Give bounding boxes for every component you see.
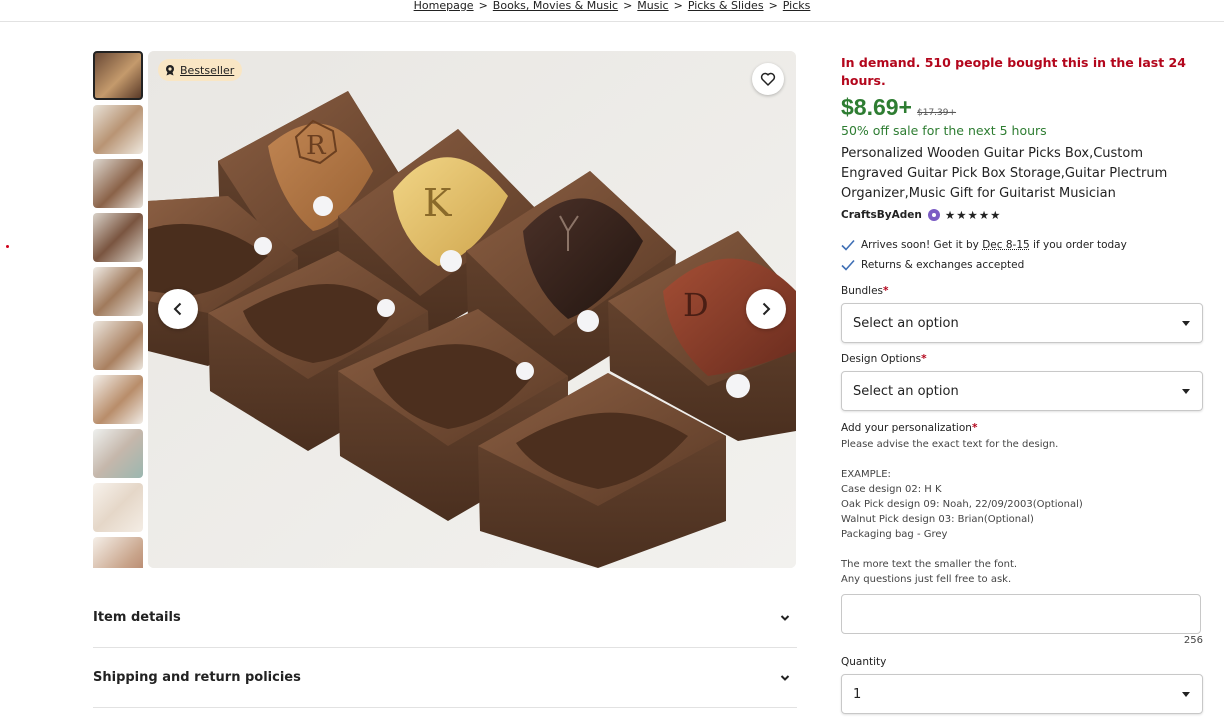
chevron-down-icon	[780, 674, 790, 681]
heart-icon	[760, 72, 776, 86]
previous-image-button[interactable]	[158, 289, 198, 329]
chevron-left-icon	[173, 302, 182, 316]
sale-price: $8.69+	[841, 94, 912, 120]
medal-icon	[166, 65, 174, 76]
thumbnail-2[interactable]	[93, 105, 143, 154]
main-product-image: R K D Bestseller	[148, 51, 796, 568]
thumbnail-7[interactable]	[93, 375, 143, 424]
breadcrumb-separator: >	[673, 0, 683, 12]
sale-notice: 50% off sale for the next 5 hours	[841, 123, 1047, 138]
arrival-suffix: if you order today	[1029, 239, 1127, 251]
product-photo: R K D	[148, 51, 796, 568]
arrival-prefix: Arrives soon! Get it by	[861, 239, 983, 251]
thumbnail-9[interactable]	[93, 483, 143, 532]
checkmark-icon	[841, 239, 855, 251]
pick-letter-r: R	[306, 131, 327, 161]
character-limit-counter: 256	[1183, 635, 1203, 646]
breadcrumb: Homepage > Books, Movies & Music > Music > Pic…	[0, 0, 1224, 22]
personalization-notes: The more text the smaller the font. Any …	[841, 559, 1018, 585]
perks-list: Arrives soon! Get it by Dec 8-15 if you …	[841, 235, 1203, 275]
star-seller-icon	[927, 209, 940, 221]
caret-down-icon	[1182, 691, 1190, 697]
quantity-select[interactable]: 1	[841, 674, 1203, 714]
returns-text: Returns & exchanges accepted	[861, 259, 1025, 271]
bestseller-badge[interactable]: Bestseller	[158, 59, 243, 81]
breadcrumb-link-homepage[interactable]: Homepage	[414, 0, 474, 12]
caret-down-icon	[1182, 320, 1190, 326]
chevron-down-icon	[780, 614, 790, 621]
stray-marker-dot	[6, 245, 9, 248]
design-options-select-value: Select an option	[853, 383, 959, 399]
thumbnail-1[interactable]	[93, 51, 143, 100]
breadcrumb-separator: >	[623, 0, 633, 12]
bundles-select-value: Select an option	[853, 315, 959, 331]
shipping-policies-heading: Shipping and return policies	[93, 670, 301, 685]
design-options-select[interactable]: Select an option	[841, 371, 1203, 411]
breadcrumb-link-books-movies-music[interactable]: Books, Movies & Music	[493, 0, 618, 12]
thumbnail-3[interactable]	[93, 159, 143, 208]
pick-letter-d: D	[683, 286, 709, 324]
thumbnail-6[interactable]	[93, 321, 143, 370]
arrival-dates[interactable]: Dec 8-15	[982, 239, 1030, 251]
favorite-button[interactable]	[752, 63, 784, 95]
bestseller-label: Bestseller	[180, 63, 235, 77]
shop-name-link[interactable]: CraftsByAden	[841, 209, 922, 221]
personalization-textarea[interactable]	[841, 594, 1201, 634]
next-image-button[interactable]	[746, 289, 786, 329]
original-price: $17.39+	[917, 108, 957, 118]
breadcrumb-link-picks[interactable]: Picks	[783, 0, 811, 12]
shipping-policies-accordion[interactable]: Shipping and return policies	[93, 648, 797, 708]
rating-stars[interactable]: ★★★★★	[945, 208, 1002, 222]
bundles-label: Bundles*	[841, 285, 889, 297]
bundles-select[interactable]: Select an option	[841, 303, 1203, 343]
quantity-select-value: 1	[853, 686, 862, 702]
breadcrumb-separator: >	[768, 0, 778, 12]
quantity-label: Quantity	[841, 656, 887, 668]
thumbnail-4[interactable]	[93, 213, 143, 262]
design-options-label: Design Options*	[841, 353, 927, 365]
item-details-heading: Item details	[93, 610, 181, 625]
chevron-right-icon	[762, 302, 771, 316]
pick-letter-k: K	[423, 181, 452, 225]
listing-title: Personalized Wooden Guitar Picks Box,Cus…	[841, 146, 1168, 201]
demand-notice: In demand. 510 people bought this in the…	[841, 55, 1186, 88]
caret-down-icon	[1182, 388, 1190, 394]
arrival-perk: Arrives soon! Get it by Dec 8-15 if you …	[841, 235, 1203, 255]
breadcrumb-separator: >	[478, 0, 488, 12]
listing-panel: In demand. 510 people bought this in the…	[841, 54, 1203, 714]
thumbnail-strip[interactable]	[93, 51, 143, 568]
thumbnail-5[interactable]	[93, 267, 143, 316]
item-details-accordion[interactable]: Item details	[93, 588, 797, 648]
shop-row: CraftsByAden ★★★★★	[841, 208, 1203, 222]
personalization-example: EXAMPLE: Case design 02: H K Oak Pick de…	[841, 469, 1083, 540]
breadcrumb-link-picks-slides[interactable]: Picks & Slides	[688, 0, 764, 12]
returns-perk: Returns & exchanges accepted	[841, 255, 1203, 275]
breadcrumb-link-music[interactable]: Music	[637, 0, 668, 12]
price-row: $8.69+ $17.39+	[841, 94, 1203, 121]
thumbnail-8[interactable]	[93, 429, 143, 478]
thumbnail-10[interactable]	[93, 537, 143, 568]
personalization-label: Add your personalization*	[841, 422, 978, 434]
personalization-instructions: Please advise the exact text for the des…	[841, 439, 1059, 450]
checkmark-icon	[841, 259, 855, 271]
